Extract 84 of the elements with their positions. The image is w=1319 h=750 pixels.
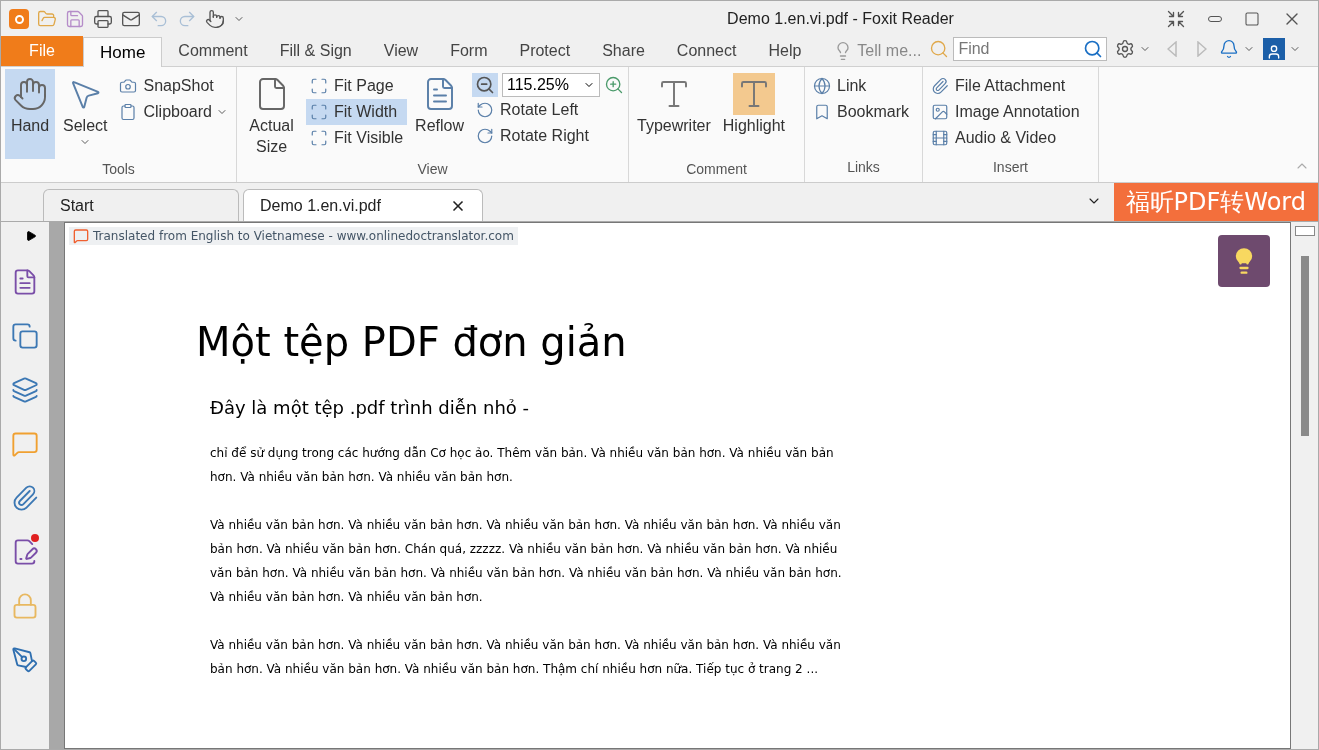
- user-avatar-icon[interactable]: [1263, 38, 1286, 60]
- link-button[interactable]: Link: [809, 73, 914, 99]
- globe-link-icon: [813, 77, 831, 95]
- clipboard-button[interactable]: Clipboard: [115, 99, 216, 125]
- body-paragraph: Và nhiều văn bản hơn. Và nhiều văn bản hơn. Và nhiều văn bản hơn. Và nhiều văn bản hơn. Và nhiều văn bản hơn. Và nhiều văn bản hơn. Chán quá, zzzzz. Và nhiều văn bản hơn. Và nhiều văn bản hơn. Và nhiều văn bản hơn. Và nhiều văn bản hơn. Và nhiều văn bản hơn. Và nhiều văn bản hơn. Và nhiều văn bản hơn. Và nhiều văn bản hơn. Và nhiều văn bản hơn.: [210, 517, 843, 606]
- rotate-right-button[interactable]: Rotate Right: [472, 123, 624, 149]
- document-title: Một tệp PDF đơn giản: [196, 318, 628, 367]
- hand-pointer-icon: [205, 9, 225, 29]
- highlight-icon: [732, 73, 775, 115]
- paperclip-icon: [931, 77, 949, 95]
- lock-panel-icon: [11, 592, 39, 620]
- rotate-left-icon: [476, 101, 494, 119]
- ribbon-tab[interactable]: Help: [752, 36, 818, 66]
- folder-icon: [37, 9, 57, 29]
- layers-panel-icon: [11, 376, 39, 404]
- undo-icon: [149, 9, 169, 29]
- minimize-icon[interactable]: [1208, 16, 1222, 22]
- ribbon-tab[interactable]: Fill & Sign: [263, 36, 368, 66]
- redo-icon: [177, 9, 197, 29]
- save-icon: [65, 9, 85, 29]
- search-icon[interactable]: [1083, 39, 1104, 59]
- film-icon: [931, 129, 949, 147]
- fullscreen-icon: [1166, 9, 1186, 29]
- ribbon-tab[interactable]: Home: [83, 37, 163, 67]
- folder-search-icon: [929, 39, 950, 59]
- zoom-out-icon[interactable]: [472, 73, 498, 97]
- ribbon-tab[interactable]: View: [367, 36, 435, 66]
- settings-icon: [1115, 39, 1136, 59]
- search-field[interactable]: Find: [953, 37, 1108, 61]
- rotate-right-icon: [476, 127, 494, 145]
- expand-panel-icon: [25, 230, 37, 242]
- ribbon-tab[interactable]: Form: [434, 36, 504, 66]
- snapshot-button[interactable]: SnapShot: [115, 73, 228, 99]
- zoom-dropdown[interactable]: 115.25%: [502, 73, 600, 97]
- actual-size-button[interactable]: Actual Size: [241, 69, 303, 159]
- select-tool-button[interactable]: Select: [59, 69, 112, 159]
- insert-button[interactable]: Audio & Video: [927, 125, 1084, 151]
- translation-notice[interactable]: Translated from English to Vietnamese - www.onlinedoctranslator.com: [69, 227, 518, 245]
- document-tab[interactable]: Start: [43, 189, 239, 221]
- body-paragraph: chỉ để sử dụng trong các hướng dẫn Cơ học ảo. Thêm văn bản. Và nhiều văn bản hơn. Và nhiều văn bản hơn. Và nhiều văn bản hơn. Và nhiều văn bản hơn.: [210, 445, 835, 486]
- ribbon-tab[interactable]: Share: [586, 36, 661, 66]
- fit-icon: [310, 103, 329, 121]
- image-icon: [931, 103, 949, 121]
- body-paragraph: Và nhiều văn bản hơn. Và nhiều văn bản hơn. Và nhiều văn bản hơn. Và nhiều văn bản hơn. Và nhiều văn bản hơn. Và nhiều văn bản hơn. Và nhiều văn bản hơn. Thậm chí nhiều hơn nữa. Tiếp tục ở trang 2 ...: [210, 637, 842, 678]
- hand-tool-button[interactable]: Hand: [5, 69, 55, 159]
- pages-panel-icon: [11, 322, 39, 350]
- zoom-in-icon: [604, 75, 624, 95]
- fit-option[interactable]: Fit Visible: [306, 125, 408, 151]
- sign-pen-icon: [11, 646, 39, 674]
- scrollbar-thumb[interactable]: [1300, 256, 1309, 436]
- insert-button[interactable]: File Attachment: [927, 73, 1084, 99]
- highlight-button[interactable]: Highlight: [718, 69, 790, 159]
- typewriter-button[interactable]: Typewriter: [633, 69, 715, 159]
- rotate-left-button[interactable]: Rotate Left: [472, 97, 624, 123]
- bell-icon: [1219, 39, 1240, 59]
- reflow-button[interactable]: Reflow: [411, 69, 468, 159]
- fit-icon: [310, 77, 329, 95]
- fit-option[interactable]: Fit Width: [306, 99, 408, 125]
- group-label: Links: [846, 158, 881, 177]
- app-logo-icon[interactable]: [9, 9, 29, 29]
- window-title: Demo 1.en.vi.pdf - Foxit Reader: [726, 9, 955, 29]
- insert-button[interactable]: Image Annotation: [927, 99, 1084, 125]
- ribbon-tab[interactable]: Comment: [162, 36, 264, 66]
- bookmark-button[interactable]: Bookmark: [809, 99, 914, 125]
- print-icon: [93, 9, 113, 29]
- fit-icon: [310, 129, 329, 147]
- group-label: Tools: [101, 160, 136, 179]
- document-subtitle: Đây là một tệp .pdf trình diễn nhỏ -: [209, 396, 531, 420]
- fit-option[interactable]: Fit Page: [306, 73, 408, 99]
- group-label: Insert: [992, 158, 1029, 177]
- email-icon: [121, 9, 141, 29]
- document-tab[interactable]: Demo 1.en.vi.pdf: [243, 189, 483, 221]
- group-label: Comment: [685, 160, 748, 179]
- bookmark-icon: [813, 103, 831, 121]
- attachments-panel-icon: [11, 484, 39, 512]
- restore-icon: [1244, 11, 1260, 27]
- lightbulb-button[interactable]: [1218, 235, 1270, 287]
- ribbon-tab[interactable]: Protect: [503, 36, 587, 66]
- comments-panel-icon: [11, 430, 39, 458]
- group-label: View: [416, 160, 449, 179]
- camera-icon: [119, 77, 138, 95]
- clipboard-icon: [119, 103, 138, 121]
- translate-icon: [73, 228, 89, 244]
- ribbon-tab[interactable]: Connect: [660, 36, 753, 66]
